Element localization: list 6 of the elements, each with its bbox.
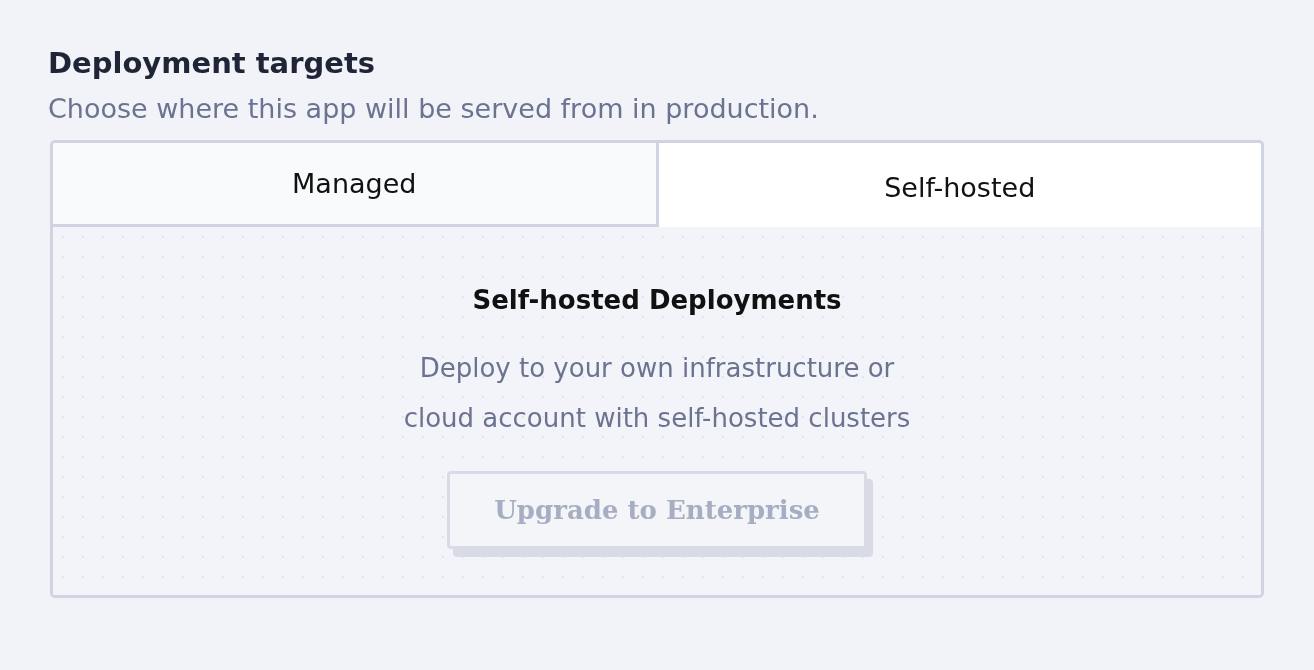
panel-heading: Self-hosted Deployments: [472, 284, 842, 317]
panel-description: Deploy to your own infrastructure or cloud account with self-hosted clusters: [403, 352, 911, 435]
section-description: Choose where this app will be served from in production.: [48, 92, 820, 126]
tab[interactable]: Self-hosted: [658, 143, 1261, 227]
tab[interactable]: Managed: [53, 143, 659, 227]
section-title: Deployment targets: [48, 45, 377, 82]
